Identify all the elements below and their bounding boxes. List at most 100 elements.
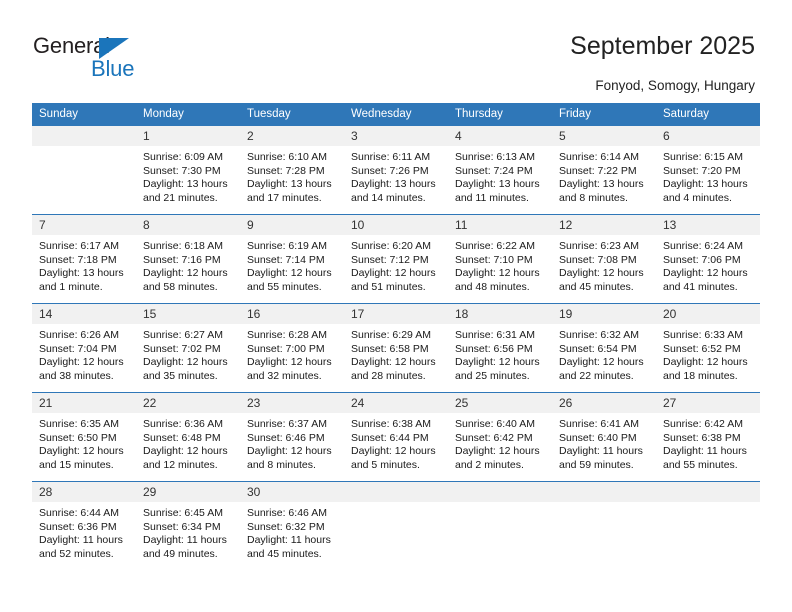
day-number: 18 bbox=[448, 304, 552, 324]
daylight-text-line1: Daylight: 12 hours bbox=[559, 267, 644, 280]
day-details: Sunrise: 6:23 AM Sunset: 7:08 PM Dayligh… bbox=[552, 235, 656, 294]
day-details: Sunrise: 6:20 AM Sunset: 7:12 PM Dayligh… bbox=[344, 235, 448, 294]
daylight-text-line2: and 11 minutes. bbox=[455, 191, 529, 204]
daylight-text-line1: Daylight: 12 hours bbox=[455, 267, 540, 280]
sunrise-text: Sunrise: 6:29 AM bbox=[351, 329, 431, 341]
day-cell[interactable]: 11 Sunrise: 6:22 AM Sunset: 7:10 PM Dayl… bbox=[448, 214, 552, 304]
sunset-text: Sunset: 7:00 PM bbox=[247, 342, 325, 355]
page-header: General Blue September 2025 Fonyod, Somo… bbox=[0, 0, 792, 100]
day-details: Sunrise: 6:26 AM Sunset: 7:04 PM Dayligh… bbox=[32, 324, 136, 383]
day-cell[interactable]: 7 Sunrise: 6:17 AM Sunset: 7:18 PM Dayli… bbox=[32, 214, 136, 304]
day-details: Sunrise: 6:27 AM Sunset: 7:02 PM Dayligh… bbox=[136, 324, 240, 383]
day-cell[interactable]: 8 Sunrise: 6:18 AM Sunset: 7:16 PM Dayli… bbox=[136, 214, 240, 304]
day-cell[interactable]: 27 Sunrise: 6:42 AM Sunset: 6:38 PM Dayl… bbox=[656, 392, 760, 482]
daylight-text-line2: and 32 minutes. bbox=[247, 369, 322, 382]
sunrise-text: Sunrise: 6:19 AM bbox=[247, 240, 327, 252]
day-number: 29 bbox=[136, 482, 240, 502]
daylight-text-line2: and 45 minutes. bbox=[559, 280, 634, 293]
sunset-text: Sunset: 7:18 PM bbox=[39, 253, 117, 266]
day-cell[interactable]: 25 Sunrise: 6:40 AM Sunset: 6:42 PM Dayl… bbox=[448, 392, 552, 482]
daylight-text-line1: Daylight: 12 hours bbox=[663, 267, 748, 280]
day-cell[interactable]: 17 Sunrise: 6:29 AM Sunset: 6:58 PM Dayl… bbox=[344, 303, 448, 393]
calendar-table: Sunday Monday Tuesday Wednesday Thursday… bbox=[32, 103, 760, 572]
daylight-text-line1: Daylight: 12 hours bbox=[663, 356, 748, 369]
sunrise-text: Sunrise: 6:26 AM bbox=[39, 329, 119, 341]
sunset-text: Sunset: 6:34 PM bbox=[143, 520, 221, 533]
daylight-text-line1: Daylight: 11 hours bbox=[39, 534, 123, 547]
day-number bbox=[656, 482, 760, 502]
day-cell[interactable]: 22 Sunrise: 6:36 AM Sunset: 6:48 PM Dayl… bbox=[136, 392, 240, 482]
sunset-text: Sunset: 7:08 PM bbox=[559, 253, 637, 266]
day-cell[interactable]: 9 Sunrise: 6:19 AM Sunset: 7:14 PM Dayli… bbox=[240, 214, 344, 304]
day-details: Sunrise: 6:13 AM Sunset: 7:24 PM Dayligh… bbox=[448, 146, 552, 205]
daylight-text-line1: Daylight: 12 hours bbox=[143, 445, 228, 458]
day-cell[interactable]: 13 Sunrise: 6:24 AM Sunset: 7:06 PM Dayl… bbox=[656, 214, 760, 304]
day-cell[interactable]: 10 Sunrise: 6:20 AM Sunset: 7:12 PM Dayl… bbox=[344, 214, 448, 304]
day-number: 3 bbox=[344, 126, 448, 146]
day-cell[interactable]: 20 Sunrise: 6:33 AM Sunset: 6:52 PM Dayl… bbox=[656, 303, 760, 393]
sunrise-text: Sunrise: 6:37 AM bbox=[247, 418, 327, 430]
day-cell[interactable]: 14 Sunrise: 6:26 AM Sunset: 7:04 PM Dayl… bbox=[32, 303, 136, 393]
daylight-text-line1: Daylight: 12 hours bbox=[39, 445, 124, 458]
weekday-header-row: Sunday Monday Tuesday Wednesday Thursday… bbox=[32, 103, 760, 126]
day-number: 21 bbox=[32, 393, 136, 413]
day-cell[interactable]: 3 Sunrise: 6:11 AM Sunset: 7:26 PM Dayli… bbox=[344, 125, 448, 215]
day-cell[interactable]: 19 Sunrise: 6:32 AM Sunset: 6:54 PM Dayl… bbox=[552, 303, 656, 393]
sunset-text: Sunset: 6:44 PM bbox=[351, 431, 429, 444]
day-number: 5 bbox=[552, 126, 656, 146]
daylight-text-line2: and 52 minutes. bbox=[39, 547, 114, 560]
day-number: 2 bbox=[240, 126, 344, 146]
daylight-text-line1: Daylight: 11 hours bbox=[663, 445, 747, 458]
day-number: 8 bbox=[136, 215, 240, 235]
day-cell[interactable]: 15 Sunrise: 6:27 AM Sunset: 7:02 PM Dayl… bbox=[136, 303, 240, 393]
sunrise-text: Sunrise: 6:27 AM bbox=[143, 329, 223, 341]
daylight-text-line1: Daylight: 12 hours bbox=[247, 445, 332, 458]
day-number: 15 bbox=[136, 304, 240, 324]
day-cell[interactable]: 23 Sunrise: 6:37 AM Sunset: 6:46 PM Dayl… bbox=[240, 392, 344, 482]
sunrise-text: Sunrise: 6:36 AM bbox=[143, 418, 223, 430]
daylight-text-line2: and 22 minutes. bbox=[559, 369, 634, 382]
daylight-text-line2: and 45 minutes. bbox=[247, 547, 322, 560]
day-details: Sunrise: 6:28 AM Sunset: 7:00 PM Dayligh… bbox=[240, 324, 344, 383]
day-cell[interactable]: 26 Sunrise: 6:41 AM Sunset: 6:40 PM Dayl… bbox=[552, 392, 656, 482]
day-number: 12 bbox=[552, 215, 656, 235]
day-cell[interactable]: 4 Sunrise: 6:13 AM Sunset: 7:24 PM Dayli… bbox=[448, 125, 552, 215]
daylight-text-line1: Daylight: 11 hours bbox=[559, 445, 643, 458]
day-cell[interactable]: 30 Sunrise: 6:46 AM Sunset: 6:32 PM Dayl… bbox=[240, 481, 344, 572]
day-number: 19 bbox=[552, 304, 656, 324]
day-cell[interactable]: 28 Sunrise: 6:44 AM Sunset: 6:36 PM Dayl… bbox=[32, 481, 136, 572]
daylight-text-line1: Daylight: 13 hours bbox=[351, 178, 436, 191]
day-details: Sunrise: 6:45 AM Sunset: 6:34 PM Dayligh… bbox=[136, 502, 240, 561]
daylight-text-line2: and 59 minutes. bbox=[559, 458, 634, 471]
sunset-text: Sunset: 7:20 PM bbox=[663, 164, 741, 177]
day-cell[interactable] bbox=[656, 481, 760, 572]
day-cell[interactable]: 16 Sunrise: 6:28 AM Sunset: 7:00 PM Dayl… bbox=[240, 303, 344, 393]
day-number: 4 bbox=[448, 126, 552, 146]
sunrise-text: Sunrise: 6:15 AM bbox=[663, 151, 743, 163]
sunset-text: Sunset: 7:10 PM bbox=[455, 253, 533, 266]
daylight-text-line2: and 12 minutes. bbox=[143, 458, 218, 471]
day-number: 30 bbox=[240, 482, 344, 502]
day-cell[interactable]: 24 Sunrise: 6:38 AM Sunset: 6:44 PM Dayl… bbox=[344, 392, 448, 482]
day-number bbox=[32, 126, 136, 146]
sunrise-text: Sunrise: 6:46 AM bbox=[247, 507, 327, 519]
day-details: Sunrise: 6:38 AM Sunset: 6:44 PM Dayligh… bbox=[344, 413, 448, 472]
day-cell[interactable] bbox=[552, 481, 656, 572]
day-cell[interactable] bbox=[344, 481, 448, 572]
sunrise-text: Sunrise: 6:23 AM bbox=[559, 240, 639, 252]
day-cell[interactable] bbox=[448, 481, 552, 572]
day-details: Sunrise: 6:19 AM Sunset: 7:14 PM Dayligh… bbox=[240, 235, 344, 294]
day-cell[interactable] bbox=[32, 125, 136, 215]
week-row: 1 Sunrise: 6:09 AM Sunset: 7:30 PM Dayli… bbox=[32, 125, 760, 215]
day-cell[interactable]: 29 Sunrise: 6:45 AM Sunset: 6:34 PM Dayl… bbox=[136, 481, 240, 572]
day-cell[interactable]: 12 Sunrise: 6:23 AM Sunset: 7:08 PM Dayl… bbox=[552, 214, 656, 304]
day-cell[interactable]: 2 Sunrise: 6:10 AM Sunset: 7:28 PM Dayli… bbox=[240, 125, 344, 215]
day-cell[interactable]: 6 Sunrise: 6:15 AM Sunset: 7:20 PM Dayli… bbox=[656, 125, 760, 215]
day-cell[interactable]: 1 Sunrise: 6:09 AM Sunset: 7:30 PM Dayli… bbox=[136, 125, 240, 215]
week-row: 7 Sunrise: 6:17 AM Sunset: 7:18 PM Dayli… bbox=[32, 214, 760, 304]
day-number: 11 bbox=[448, 215, 552, 235]
day-cell[interactable]: 5 Sunrise: 6:14 AM Sunset: 7:22 PM Dayli… bbox=[552, 125, 656, 215]
day-cell[interactable]: 21 Sunrise: 6:35 AM Sunset: 6:50 PM Dayl… bbox=[32, 392, 136, 482]
day-cell[interactable]: 18 Sunrise: 6:31 AM Sunset: 6:56 PM Dayl… bbox=[448, 303, 552, 393]
day-details: Sunrise: 6:29 AM Sunset: 6:58 PM Dayligh… bbox=[344, 324, 448, 383]
